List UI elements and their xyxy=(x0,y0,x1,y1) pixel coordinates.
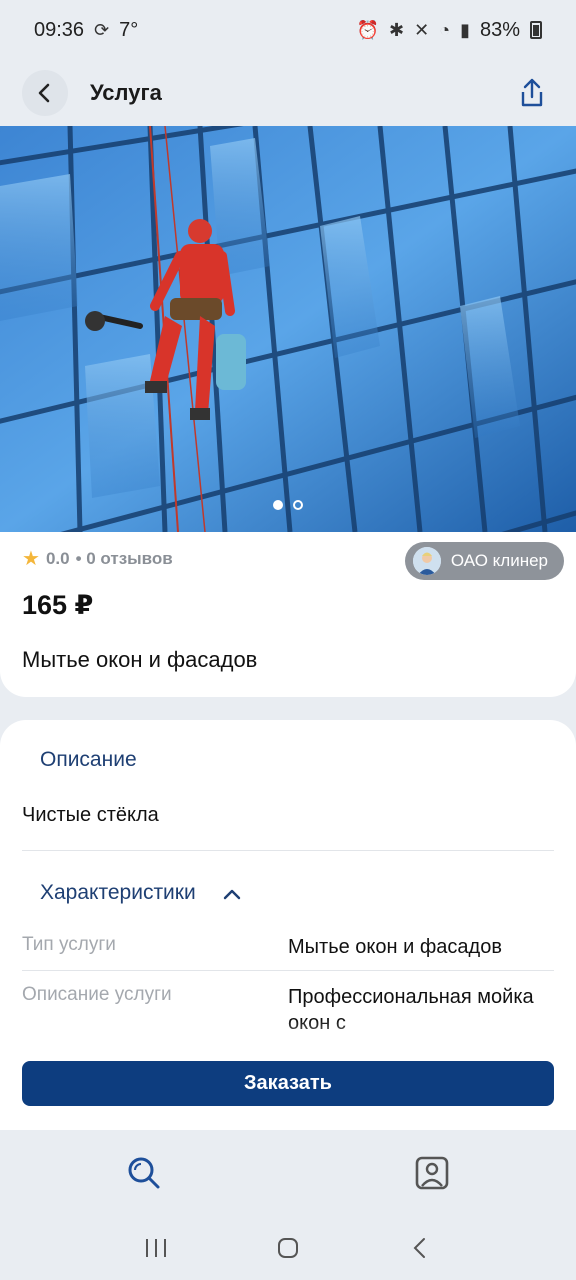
price: 165 ₽ xyxy=(22,590,94,620)
app-bar: Услуга xyxy=(0,60,576,126)
vendor-name: ОАО клинер xyxy=(450,551,548,570)
temperature: 7° xyxy=(119,18,139,41)
search-icon xyxy=(128,1157,160,1188)
alarm-icon: ⏰ xyxy=(356,19,379,40)
signal-icon: ▮ xyxy=(460,19,470,40)
spec-key: Тип услуги xyxy=(22,934,116,955)
back-icon xyxy=(413,1237,425,1258)
service-name: Мытье окон и фасадов xyxy=(22,647,258,672)
home-icon xyxy=(278,1237,298,1258)
nav-profile[interactable] xyxy=(402,1143,462,1203)
description-title: Описание xyxy=(40,748,137,771)
service-image-gallery[interactable] xyxy=(0,126,576,532)
page-title: Услуга xyxy=(90,80,162,105)
spec-row: Тип услуги Мытье окон и фасадов xyxy=(22,934,554,960)
chevron-left-icon xyxy=(38,83,50,103)
status-bar: 09:36 ⟳ 7° ⏰ ✱ ✕ ◔ ▮ 83% xyxy=(0,0,576,60)
nav-search[interactable] xyxy=(114,1143,174,1203)
home-button[interactable] xyxy=(268,1228,308,1268)
gallery-dot-2[interactable] xyxy=(293,500,303,510)
divider xyxy=(22,970,554,971)
star-icon: ★ xyxy=(22,548,40,570)
back-button[interactable] xyxy=(22,70,68,116)
wifi-icon: ◔ xyxy=(439,19,451,40)
share-icon xyxy=(521,78,543,107)
vendor-chip[interactable]: ОАО клинер xyxy=(404,542,564,580)
rating-value: 0.0 xyxy=(45,548,70,568)
order-button[interactable]: Заказать xyxy=(22,1061,554,1106)
bluetooth-icon: ✱ xyxy=(389,19,405,40)
recent-apps-icon xyxy=(146,1238,166,1257)
system-navigation xyxy=(0,1215,576,1280)
vendor-avatar xyxy=(412,547,441,575)
spec-value: Мытье окон и фасадов xyxy=(288,936,502,958)
bottom-navigation xyxy=(0,1130,576,1215)
specs-title[interactable]: Характеристики xyxy=(40,881,196,905)
share-button[interactable] xyxy=(510,71,554,115)
gallery-pagination xyxy=(0,500,576,510)
system-back-button[interactable] xyxy=(400,1228,440,1268)
reviews-count: • 0 отзывов xyxy=(75,548,173,568)
description-text: Чистые стёкла xyxy=(22,804,159,826)
battery-percent: 83% xyxy=(479,18,520,41)
battery-icon xyxy=(530,21,542,39)
recent-apps-button[interactable] xyxy=(136,1228,176,1268)
sync-icon: ⟳ xyxy=(94,19,110,40)
chevron-up-icon[interactable] xyxy=(222,884,242,904)
clock: 09:36 xyxy=(34,18,85,41)
gallery-dot-1[interactable] xyxy=(273,500,283,510)
divider xyxy=(22,850,554,851)
scroll-fade xyxy=(0,1020,576,1060)
rating[interactable]: ★ 0.0 • 0 отзывов xyxy=(22,546,173,571)
mute-icon: ✕ xyxy=(414,19,430,40)
service-summary-card: ★ 0.0 • 0 отзывов ОАО клинер 165 ₽ Мытье… xyxy=(0,532,576,697)
service-photo xyxy=(0,126,576,532)
profile-icon xyxy=(415,1156,449,1189)
